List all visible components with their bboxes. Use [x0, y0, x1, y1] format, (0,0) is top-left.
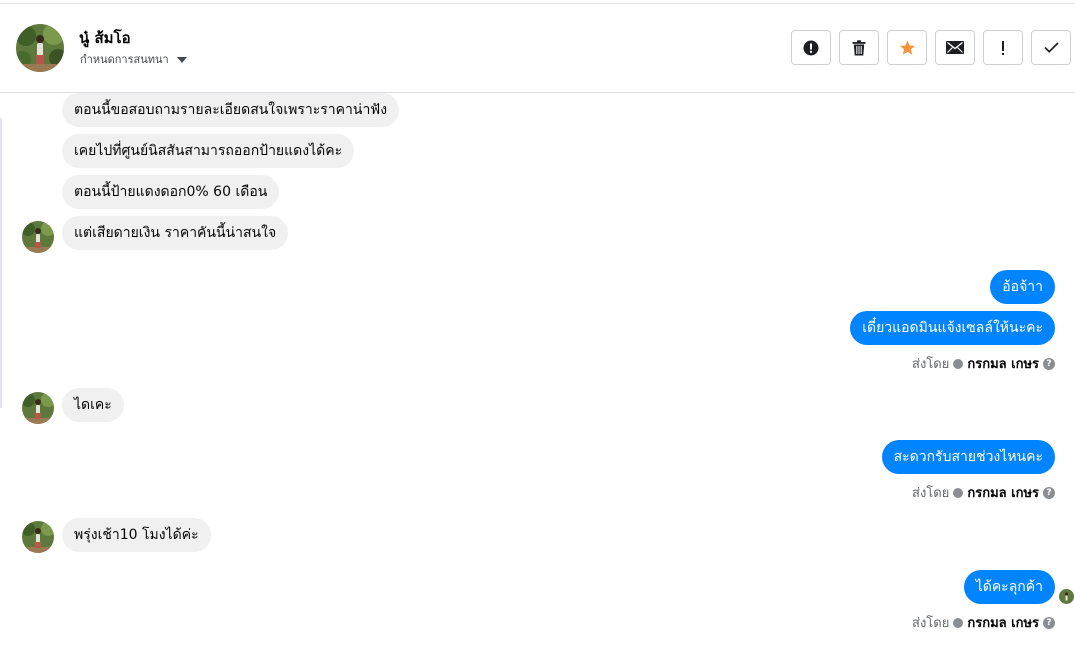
message-incoming: ตอนนี้ป้ายแดงดอก0% 60 เดือน [62, 175, 280, 209]
message-bubble[interactable]: สะดวกรับสายช่วงไหนคะ [881, 440, 1055, 474]
sent-by-label: ส่งโดย [912, 616, 950, 631]
verified-icon [953, 617, 964, 628]
message-bubble[interactable]: ตอนนี้ขอสอบถามรายละเอียดสนใจเพราะราคาน่า… [62, 93, 400, 127]
message-incoming: เคยไปที่ศูนย์นิสสันสามารถออกป้ายแดงได้คะ [62, 134, 355, 168]
message-bubble[interactable]: เดี๋ยวแอดมินแจ้งเซลล์ให้นะคะ [850, 311, 1055, 345]
star-icon [899, 40, 915, 55]
seen-avatar [1059, 589, 1074, 604]
message-outgoing: สะดวกรับสายช่วงไหนคะ [881, 440, 1055, 474]
contact-avatar-small [22, 221, 54, 253]
help-icon[interactable]: ? [1043, 616, 1055, 629]
message-bubble[interactable]: ได้คะลุกค้า [963, 570, 1055, 604]
conversation-actions [791, 30, 1071, 65]
report-spam-button[interactable] [791, 30, 831, 65]
alert-circle-icon [803, 40, 819, 55]
agent-name[interactable]: กรกมล เกษร [967, 353, 1039, 374]
assign-label: กำหนดการสนทนา [80, 53, 169, 66]
message-bubble[interactable]: แต่เสียดายเงิน ราคาคันนี้น่าสนใจ [62, 216, 289, 250]
follow-up-button[interactable] [983, 30, 1023, 65]
sent-by-line: ส่งโดย กรกมล เกษร ? [912, 353, 1055, 374]
contact-name[interactable]: นู๋ ส้มโอ [79, 26, 131, 50]
sent-by-line: ส่งโดย กรกมล เกษร ? [912, 482, 1055, 503]
mark-done-button[interactable] [1031, 30, 1071, 65]
sent-by-label: ส่งโดย [912, 486, 950, 501]
exclamation-icon [1002, 40, 1004, 55]
message-outgoing: ได้คะลุกค้า [963, 570, 1055, 604]
trash-icon [852, 39, 866, 55]
message-outgoing: เดี๋ยวแอดมินแจ้งเซลล์ให้นะคะ [850, 311, 1055, 345]
contact-avatar-small [22, 521, 54, 553]
sent-by-line: ส่งโดย กรกมล เกษร ? [912, 612, 1055, 633]
agent-name[interactable]: กรกมล เกษร [967, 482, 1039, 503]
assign-conversation-dropdown[interactable]: กำหนดการสนทนา [80, 50, 187, 68]
delete-button[interactable] [839, 30, 879, 65]
star-button[interactable] [887, 30, 927, 65]
message-incoming: พรุ่งเช้า10 โมงได้ค่ะ [62, 518, 211, 552]
message-bubble[interactable]: เคยไปที่ศูนย์นิสสันสามารถออกป้ายแดงได้คะ [62, 134, 355, 168]
message-incoming: ไดเคะ [62, 388, 124, 422]
sent-by-label: ส่งโดย [912, 357, 950, 372]
conversation-header: นู๋ ส้มโอ กำหนดการสนทนา [0, 4, 1075, 93]
caret-down-icon [176, 57, 187, 63]
verified-icon [953, 358, 964, 369]
message-incoming: ตอนนี้ขอสอบถามรายละเอียดสนใจเพราะราคาน่า… [62, 93, 400, 127]
message-bubble[interactable]: พรุ่งเช้า10 โมงได้ค่ะ [62, 518, 211, 552]
agent-name[interactable]: กรกมล เกษร [967, 612, 1039, 633]
contact-avatar[interactable] [16, 24, 64, 72]
mark-unread-button[interactable] [935, 30, 975, 65]
message-bubble[interactable]: ตอนนี้ป้ายแดงดอก0% 60 เดือน [62, 175, 280, 209]
envelope-icon [946, 41, 964, 54]
message-outgoing: อ้อจ้าา [990, 270, 1055, 304]
message-bubble[interactable]: ไดเคะ [62, 388, 124, 422]
message-bubble[interactable]: อ้อจ้าา [990, 270, 1055, 304]
message-incoming: แต่เสียดายเงิน ราคาคันนี้น่าสนใจ [62, 216, 289, 250]
verified-icon [953, 487, 964, 498]
left-border [0, 118, 2, 408]
help-icon[interactable]: ? [1043, 357, 1055, 370]
contact-avatar-small [22, 392, 54, 424]
help-icon[interactable]: ? [1043, 486, 1055, 499]
check-icon [1043, 42, 1059, 53]
